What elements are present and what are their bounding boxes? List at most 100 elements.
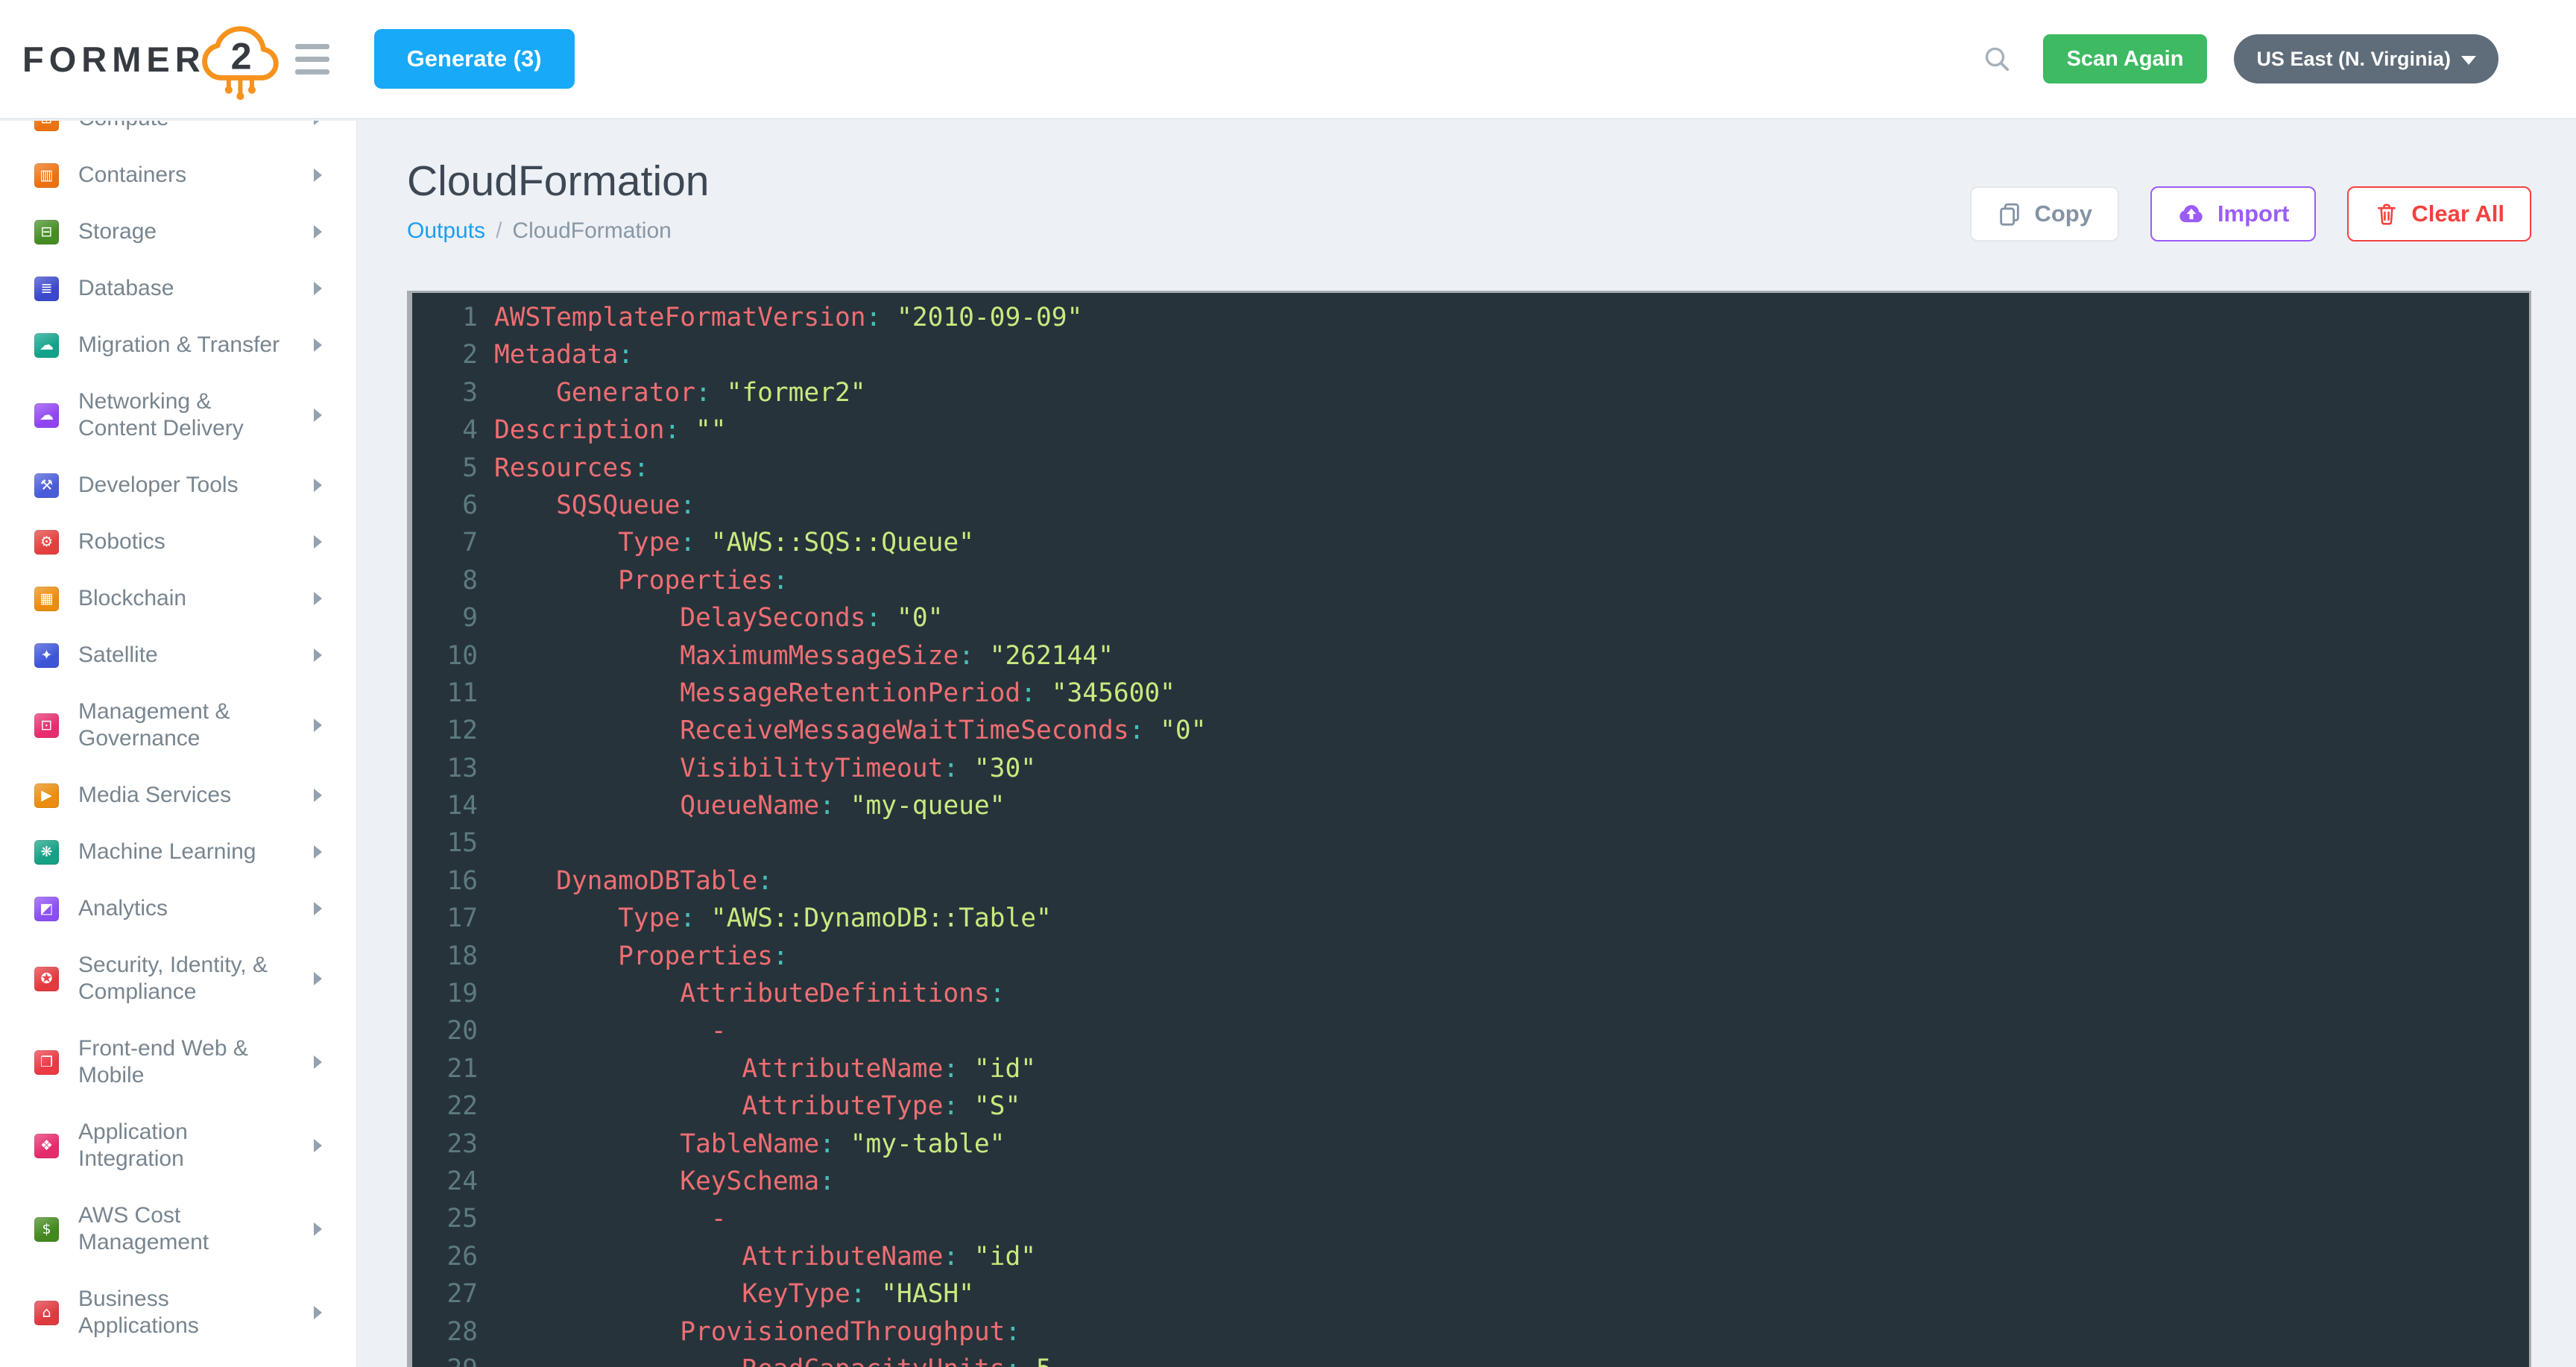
app-logo[interactable]: FORMER 2 — [22, 10, 279, 107]
code-line-19: 19 AttributeDefinitions: — [412, 975, 2529, 1012]
line-number: 9 — [412, 599, 478, 637]
aws-cost-management-icon: $ — [34, 1217, 59, 1242]
code-lines: 1AWSTemplateFormatVersion: "2010-09-09"2… — [412, 299, 2529, 1367]
analytics-icon: ◩ — [34, 897, 59, 921]
import-button[interactable]: Import — [2150, 186, 2316, 241]
line-number: 25 — [412, 1200, 478, 1237]
line-number: 6 — [412, 487, 478, 524]
networking-content-delivery-icon: ☁ — [34, 403, 59, 428]
logo-text: FORMER — [22, 39, 206, 80]
code-line-29: 29 ReadCapacityUnits: 5 — [412, 1351, 2529, 1367]
sidebar-item-label: Blockchain — [78, 585, 302, 612]
sidebar-item-blockchain[interactable]: ▦Blockchain — [34, 585, 356, 612]
code-editor[interactable]: 1AWSTemplateFormatVersion: "2010-09-09"2… — [407, 291, 2531, 1367]
sidebar-item-satellite[interactable]: ✦Satellite — [34, 642, 356, 669]
copy-button[interactable]: Copy — [1970, 186, 2119, 241]
search-icon[interactable] — [1982, 44, 2012, 74]
sidebar-item-label: Migration & Transfer — [78, 332, 302, 359]
developer-tools-icon: ⚒ — [34, 473, 59, 498]
breadcrumb-separator: / — [496, 218, 502, 244]
app-header: FORMER 2 Generate (3) Scan Again US East… — [0, 0, 2576, 119]
code-line-7: 7 Type: "AWS::SQS::Queue" — [412, 524, 2529, 561]
sidebar-item-management-governance[interactable]: ⊡Management &Governance — [34, 698, 356, 752]
robotics-icon: ⚙ — [34, 530, 59, 555]
sidebar-menu: ⊞Compute▥Containers⊟Storage≣Database☁Mig… — [0, 121, 356, 1367]
code-line-3: 3 Generator: "former2" — [412, 374, 2529, 411]
code-line-6: 6 SQSQueue: — [412, 487, 2529, 524]
sidebar-item-front-end-web-mobile[interactable]: ❐Front-end Web &Mobile — [34, 1035, 356, 1089]
business-applications-icon: ⌂ — [34, 1301, 59, 1325]
generate-button[interactable]: Generate (3) — [374, 29, 575, 89]
database-icon: ≣ — [34, 277, 59, 301]
scan-again-button[interactable]: Scan Again — [2043, 34, 2208, 83]
line-number: 22 — [412, 1087, 478, 1125]
line-number: 8 — [412, 562, 478, 599]
sidebar-item-developer-tools[interactable]: ⚒ Developer Tools — [34, 472, 356, 499]
sidebar-item-machine-learning[interactable]: ❋Machine Learning — [34, 839, 356, 865]
sidebar-item-label: Database — [78, 275, 302, 302]
chevron-right-icon — [314, 479, 322, 492]
logo-badge-text: 2 — [230, 36, 251, 78]
line-number: 10 — [412, 637, 478, 675]
sidebar-item-label: Machine Learning — [78, 839, 302, 865]
chevron-right-icon — [314, 1222, 322, 1236]
sidebar-item-robotics[interactable]: ⚙ Robotics — [34, 528, 356, 555]
sidebar: ⊞Compute▥Containers⊟Storage≣Database☁Mig… — [0, 121, 358, 1367]
media-services-icon: ▶ — [34, 783, 59, 808]
main-content: CloudFormation Outputs / CloudFormation … — [359, 121, 2576, 1367]
line-number: 3 — [412, 374, 478, 411]
code-line-27: 27 KeyType: "HASH" — [412, 1275, 2529, 1313]
menu-icon[interactable] — [291, 40, 334, 79]
sidebar-item-label: Networking &Content Delivery — [78, 388, 302, 442]
line-number: 28 — [412, 1313, 478, 1351]
sidebar-item-label: ApplicationIntegration — [78, 1119, 302, 1172]
code-line-11: 11 MessageRetentionPeriod: "345600" — [412, 675, 2529, 712]
sidebar-item-analytics[interactable]: ◩ Analytics — [34, 895, 356, 922]
chevron-right-icon — [314, 121, 322, 125]
sidebar-item-label: Developer Tools — [78, 472, 302, 499]
clear-all-button[interactable]: Clear All — [2347, 186, 2531, 241]
sidebar-item-aws-cost-management[interactable]: $AWS CostManagement — [34, 1202, 356, 1256]
sidebar-item-media-services[interactable]: ▶Media Services — [34, 782, 356, 809]
chevron-right-icon — [314, 408, 322, 422]
sidebar-item-application-integration[interactable]: ❖ApplicationIntegration — [34, 1119, 356, 1172]
chevron-right-icon — [314, 648, 322, 662]
line-number: 15 — [412, 824, 478, 862]
trash-icon — [2374, 201, 2399, 227]
sidebar-item-security-identity-compliance[interactable]: ✪Security, Identity, &Compliance — [34, 952, 356, 1005]
chevron-right-icon — [314, 592, 322, 605]
line-number: 1 — [412, 299, 478, 336]
line-number: 13 — [412, 750, 478, 787]
code-line-26: 26 AttributeName: "id" — [412, 1238, 2529, 1275]
action-buttons: Copy Import Clear All — [1970, 186, 2531, 241]
code-line-25: 25 - — [412, 1200, 2529, 1237]
logo-cloud-icon: 2 — [201, 15, 279, 107]
sidebar-item-label: Robotics — [78, 528, 302, 555]
sidebar-item-containers[interactable]: ▥Containers — [34, 162, 356, 189]
sidebar-item-label: Satellite — [78, 642, 302, 669]
front-end-web-mobile-icon: ❐ — [34, 1050, 59, 1075]
sidebar-item-migration-transfer[interactable]: ☁Migration & Transfer — [34, 332, 356, 359]
code-line-17: 17 Type: "AWS::DynamoDB::Table" — [412, 900, 2529, 937]
code-line-16: 16 DynamoDBTable: — [412, 862, 2529, 900]
sidebar-item-storage[interactable]: ⊟Storage — [34, 218, 356, 245]
line-number: 19 — [412, 975, 478, 1012]
line-number: 14 — [412, 787, 478, 824]
chevron-right-icon — [314, 1139, 322, 1152]
region-dropdown[interactable]: US East (N. Virginia) — [2234, 34, 2498, 83]
sidebar-item-label: Analytics — [78, 895, 302, 922]
sidebar-item-label: BusinessApplications — [78, 1286, 302, 1339]
line-number: 27 — [412, 1275, 478, 1313]
chevron-right-icon — [314, 845, 322, 859]
code-line-12: 12 ReceiveMessageWaitTimeSeconds: "0" — [412, 712, 2529, 749]
sidebar-item-networking-content-delivery[interactable]: ☁ Networking &Content Delivery — [34, 388, 356, 442]
storage-icon: ⊟ — [34, 220, 59, 244]
code-line-2: 2Metadata: — [412, 336, 2529, 373]
sidebar-item-compute[interactable]: ⊞Compute — [34, 121, 356, 132]
sidebar-item-database[interactable]: ≣ Database — [34, 275, 356, 302]
chevron-right-icon — [314, 282, 322, 295]
line-number: 18 — [412, 938, 478, 975]
code-line-24: 24 KeySchema: — [412, 1163, 2529, 1200]
sidebar-item-business-applications[interactable]: ⌂ BusinessApplications — [34, 1286, 356, 1339]
breadcrumb-link-outputs[interactable]: Outputs — [407, 218, 485, 244]
